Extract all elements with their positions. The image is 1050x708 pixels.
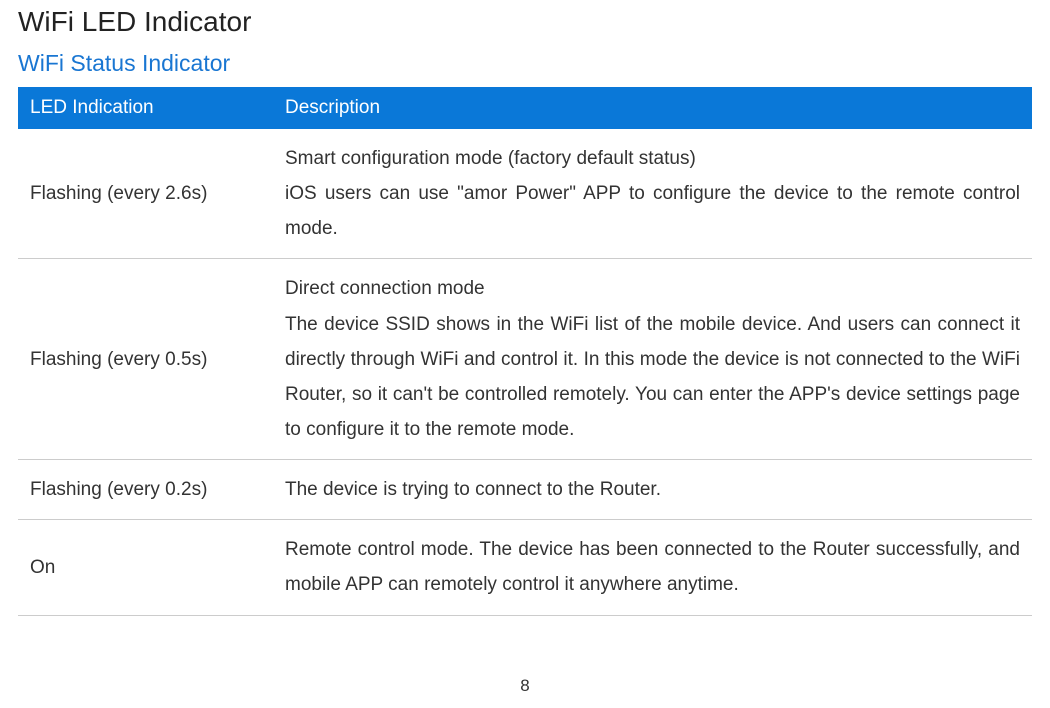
table-row: Flashing (every 0.5s) Direct connection … xyxy=(18,259,1032,460)
table-row: On Remote control mode. The device has b… xyxy=(18,520,1032,615)
cell-indication: Flashing (every 2.6s) xyxy=(18,129,273,259)
table-row: Flashing (every 2.6s) Smart configuratio… xyxy=(18,129,1032,259)
page-number: 8 xyxy=(0,676,1050,696)
subtitle: WiFi Status Indicator xyxy=(0,46,1050,87)
cell-description: Remote control mode. The device has been… xyxy=(273,520,1032,615)
table-header-description: Description xyxy=(273,87,1032,129)
cell-description: Direct connection modeThe device SSID sh… xyxy=(273,259,1032,460)
cell-indication: On xyxy=(18,520,273,615)
table-header-indication: LED Indication xyxy=(18,87,273,129)
status-table: LED Indication Description Flashing (eve… xyxy=(18,87,1032,616)
cell-description: Smart configuration mode (factory defaul… xyxy=(273,129,1032,259)
table-row: Flashing (every 0.2s) The device is tryi… xyxy=(18,460,1032,520)
cell-indication: Flashing (every 0.5s) xyxy=(18,259,273,460)
page-title: WiFi LED Indicator xyxy=(0,0,1050,46)
table-container: LED Indication Description Flashing (eve… xyxy=(0,87,1050,616)
cell-indication: Flashing (every 0.2s) xyxy=(18,460,273,520)
cell-description: The device is trying to connect to the R… xyxy=(273,460,1032,520)
table-body: Flashing (every 2.6s) Smart configuratio… xyxy=(18,129,1032,615)
